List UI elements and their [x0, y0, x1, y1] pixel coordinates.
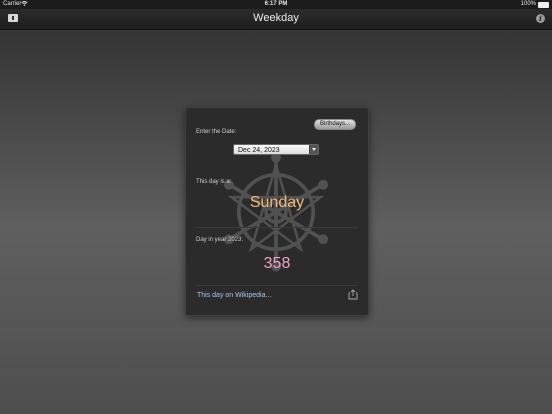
this-day-label: This day is a: [196, 179, 232, 185]
divider [196, 285, 358, 286]
page-title: Weekday [253, 12, 299, 24]
battery-percent: 100% [520, 1, 536, 7]
status-time: 6:17 PM [264, 1, 288, 7]
date-select[interactable]: Dec 24, 2023 [233, 144, 319, 155]
weekday-value: Sunday [249, 194, 305, 211]
weekday-panel: Birthdays... Enter the Date: Dec 24, 202… [185, 107, 369, 316]
status-bar: Carrier 6:17 PM 100% [0, 0, 552, 9]
info-icon[interactable]: i [536, 14, 545, 23]
day-number-value: 358 [263, 255, 291, 272]
date-value: Dec 24, 2023 [238, 147, 280, 154]
enter-date-label: Enter the Date: [196, 129, 237, 135]
chevron-down-icon[interactable] [309, 145, 318, 154]
divider [196, 227, 358, 228]
share-icon[interactable] [348, 289, 358, 300]
wikipedia-link[interactable]: This day on Wikipedia... [197, 292, 271, 299]
day-in-year-label: Day in year 2023: [196, 237, 244, 243]
birthdays-button[interactable]: Birthdays... [314, 119, 356, 130]
nav-bar: Weekday i [0, 9, 552, 30]
battery-icon [538, 2, 549, 8]
